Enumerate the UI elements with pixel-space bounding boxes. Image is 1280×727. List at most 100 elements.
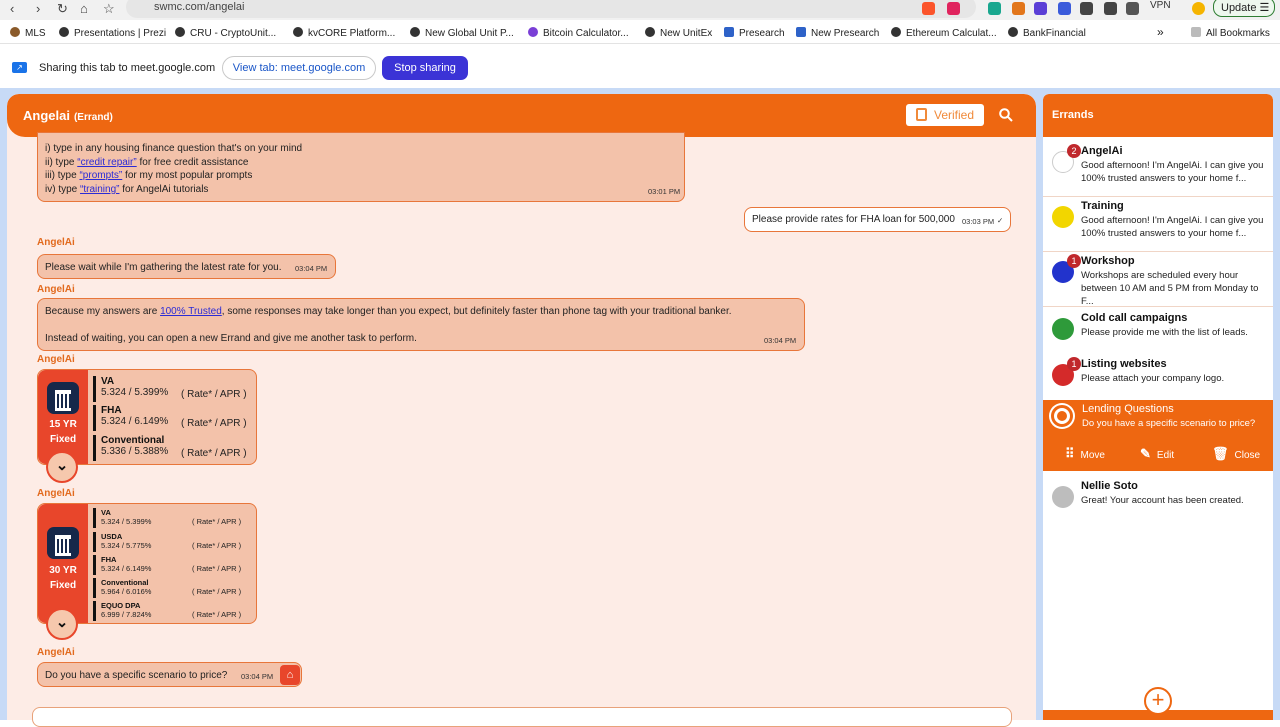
lock-icon bbox=[916, 108, 927, 121]
rate-row: FHA 5.324 / 6.149%( Rate* / APR ) bbox=[93, 555, 248, 575]
reload-icon[interactable]: ↻ bbox=[57, 1, 68, 17]
bookmark-item[interactable]: BankFinancial bbox=[1008, 27, 1086, 39]
errand-item-training[interactable]: Training Good afternoon! I'm AngelAi. I … bbox=[1043, 200, 1273, 252]
tab-sharing-bar: ↗ Sharing this tab to meet.google.com bbox=[0, 47, 1280, 87]
trusted-link[interactable]: 100% Trusted bbox=[160, 306, 222, 317]
close-button[interactable]: 🗑 Close bbox=[1212, 446, 1260, 462]
training-icon bbox=[1052, 206, 1074, 228]
favicon-icon bbox=[10, 27, 20, 37]
bookmark-item[interactable]: CRU - CryptoUnit... bbox=[175, 27, 276, 39]
phone-icon bbox=[1052, 318, 1074, 340]
errand-item-nellie-soto[interactable]: Nellie Soto Great! Your account has been… bbox=[1043, 480, 1273, 532]
prompts-link[interactable]: “prompts” bbox=[79, 170, 122, 181]
extension-icon[interactable] bbox=[1058, 2, 1071, 15]
unread-badge: 1 bbox=[1067, 357, 1081, 371]
extension-icon[interactable] bbox=[988, 2, 1001, 15]
favicon-icon bbox=[891, 27, 901, 37]
bookmark-item[interactable]: Ethereum Calculat... bbox=[891, 27, 997, 39]
errand-item-workshop[interactable]: 1 Workshop Workshops are scheduled every… bbox=[1043, 254, 1273, 307]
edit-button[interactable]: ✎ Edit bbox=[1140, 446, 1174, 462]
bookmark-item[interactable]: New Global Unit P... bbox=[410, 27, 514, 39]
bookmark-item[interactable]: Presentations | Prezi bbox=[59, 27, 166, 39]
selected-radio-icon bbox=[1051, 405, 1073, 427]
credit-repair-link[interactable]: “credit repair” bbox=[77, 157, 136, 168]
favicon-icon bbox=[410, 27, 420, 37]
term-panel: 15 YR Fixed bbox=[38, 370, 88, 464]
favicon-icon bbox=[175, 27, 185, 37]
rate-card-15yr: 15 YR Fixed ⌄ VA 5.324 / 5.399%( Rate* / A… bbox=[37, 369, 257, 483]
extension-icon[interactable] bbox=[1034, 2, 1047, 15]
message-time: 03:04 PM bbox=[241, 672, 274, 681]
bookmark-item[interactable]: Presearch bbox=[724, 27, 785, 39]
address-bar[interactable]: swmc.com/angelai bbox=[126, 0, 976, 18]
bookmarks-bar: MLS Presentations | Prezi CRU - CryptoUn… bbox=[0, 22, 1280, 44]
message-time: 03:01 PM bbox=[648, 187, 681, 196]
add-errand-button[interactable]: + bbox=[1144, 687, 1172, 715]
bookmark-item[interactable]: Bitcoin Calculator... bbox=[528, 27, 629, 39]
all-bookmarks[interactable]: All Bookmarks bbox=[1191, 27, 1270, 39]
more-bookmarks-icon[interactable]: » bbox=[1157, 25, 1164, 39]
bot-message: Do you have a specific scenario to price… bbox=[37, 662, 302, 687]
bookmark-item[interactable]: kvCORE Platform... bbox=[293, 27, 395, 39]
home-icon[interactable]: ⌂ bbox=[80, 1, 88, 16]
bank-icon bbox=[47, 382, 79, 414]
chat-header: Angelai (Errand) Verified bbox=[7, 94, 1036, 137]
metamask-icon[interactable] bbox=[1012, 2, 1025, 15]
errand-item-cold-call[interactable]: Cold call campaigns Please provide me wi… bbox=[1043, 312, 1273, 364]
favicon-icon bbox=[1008, 27, 1018, 37]
user-avatar-icon bbox=[1052, 486, 1074, 508]
term-label: 30 YR Fixed bbox=[49, 565, 77, 591]
errand-item-angelai[interactable]: 2 AngelAi Good afternoon! I'm AngelAi. I… bbox=[1043, 144, 1273, 197]
message-time: 03:04 PM bbox=[295, 264, 328, 273]
chat-title: Angelai (Errand) bbox=[23, 108, 113, 123]
favicon-icon bbox=[724, 27, 734, 37]
sidebar-icon[interactable] bbox=[1104, 2, 1117, 15]
favicon-icon bbox=[293, 27, 303, 37]
pricing-house-icon[interactable]: ⌂ bbox=[280, 665, 300, 685]
message-input[interactable] bbox=[32, 707, 1012, 727]
read-check-icon: ✓ bbox=[997, 216, 1004, 225]
stop-sharing-button[interactable]: Stop sharing bbox=[382, 56, 468, 80]
sender-name: AngelAi bbox=[37, 647, 75, 658]
brave-rewards-icon[interactable] bbox=[947, 2, 960, 15]
extension-icon[interactable] bbox=[1080, 2, 1093, 15]
move-button[interactable]: ⠿ Move bbox=[1065, 446, 1105, 462]
forward-icon[interactable]: › bbox=[36, 1, 40, 16]
wallet-icon[interactable] bbox=[1126, 2, 1139, 15]
bank-icon bbox=[47, 527, 79, 559]
bookmark-item[interactable]: New UnitEx bbox=[645, 27, 712, 39]
screen-share-icon: ↗ bbox=[12, 62, 27, 73]
message-time: 03:03 PM bbox=[962, 217, 995, 226]
search-icon[interactable] bbox=[999, 108, 1013, 122]
leo-icon[interactable] bbox=[1192, 2, 1205, 15]
rate-row: FHA 5.324 / 6.149%( Rate* / APR ) bbox=[93, 405, 253, 431]
errand-item-lending-questions[interactable]: Lending Questions Do you have a specific… bbox=[1043, 400, 1273, 471]
sender-name: AngelAi bbox=[37, 488, 75, 499]
rate-row: Conventional 5.336 / 5.388%( Rate* / APR … bbox=[93, 435, 253, 461]
errands-header: Errands bbox=[1043, 94, 1273, 137]
training-link[interactable]: “training” bbox=[80, 184, 119, 195]
rate-row: VA 5.324 / 5.399%( Rate* / APR ) bbox=[93, 376, 253, 402]
update-button[interactable]: Update ☰ bbox=[1213, 0, 1275, 17]
sender-name: AngelAi bbox=[37, 284, 75, 295]
expand-chevron-icon[interactable]: ⌄ bbox=[46, 608, 78, 640]
rate-card-30yr: 30 YR Fixed ⌄ VA 5.324 / 5.399%( Rate* / A… bbox=[37, 503, 257, 640]
favicon-icon bbox=[528, 27, 538, 37]
expand-chevron-icon[interactable]: ⌄ bbox=[46, 451, 78, 483]
bot-message: Please wait while I'm gathering the late… bbox=[37, 254, 336, 279]
verified-badge[interactable]: Verified bbox=[906, 104, 984, 126]
bookmark-item[interactable]: MLS bbox=[10, 27, 46, 39]
favicon-icon bbox=[59, 27, 69, 37]
term-label: 15 YR Fixed bbox=[49, 419, 77, 445]
view-tab-button[interactable]: View tab: meet.google.com bbox=[222, 56, 376, 80]
bookmark-icon[interactable]: ☆ bbox=[103, 1, 115, 17]
back-icon[interactable]: ‹ bbox=[10, 1, 14, 16]
errands-title: Errands bbox=[1052, 109, 1094, 121]
sharing-status: Sharing this tab to meet.google.com bbox=[39, 62, 216, 74]
brave-shield-icon[interactable] bbox=[922, 2, 935, 15]
vpn-button[interactable]: VPN bbox=[1150, 0, 1171, 11]
bot-message: Because my answers are 100% Trusted, som… bbox=[37, 298, 805, 351]
user-message: Please provide rates for FHA loan for 50… bbox=[744, 207, 1011, 232]
bookmark-item[interactable]: New Presearch bbox=[796, 27, 879, 39]
pencil-icon: ✎ bbox=[1140, 446, 1151, 461]
